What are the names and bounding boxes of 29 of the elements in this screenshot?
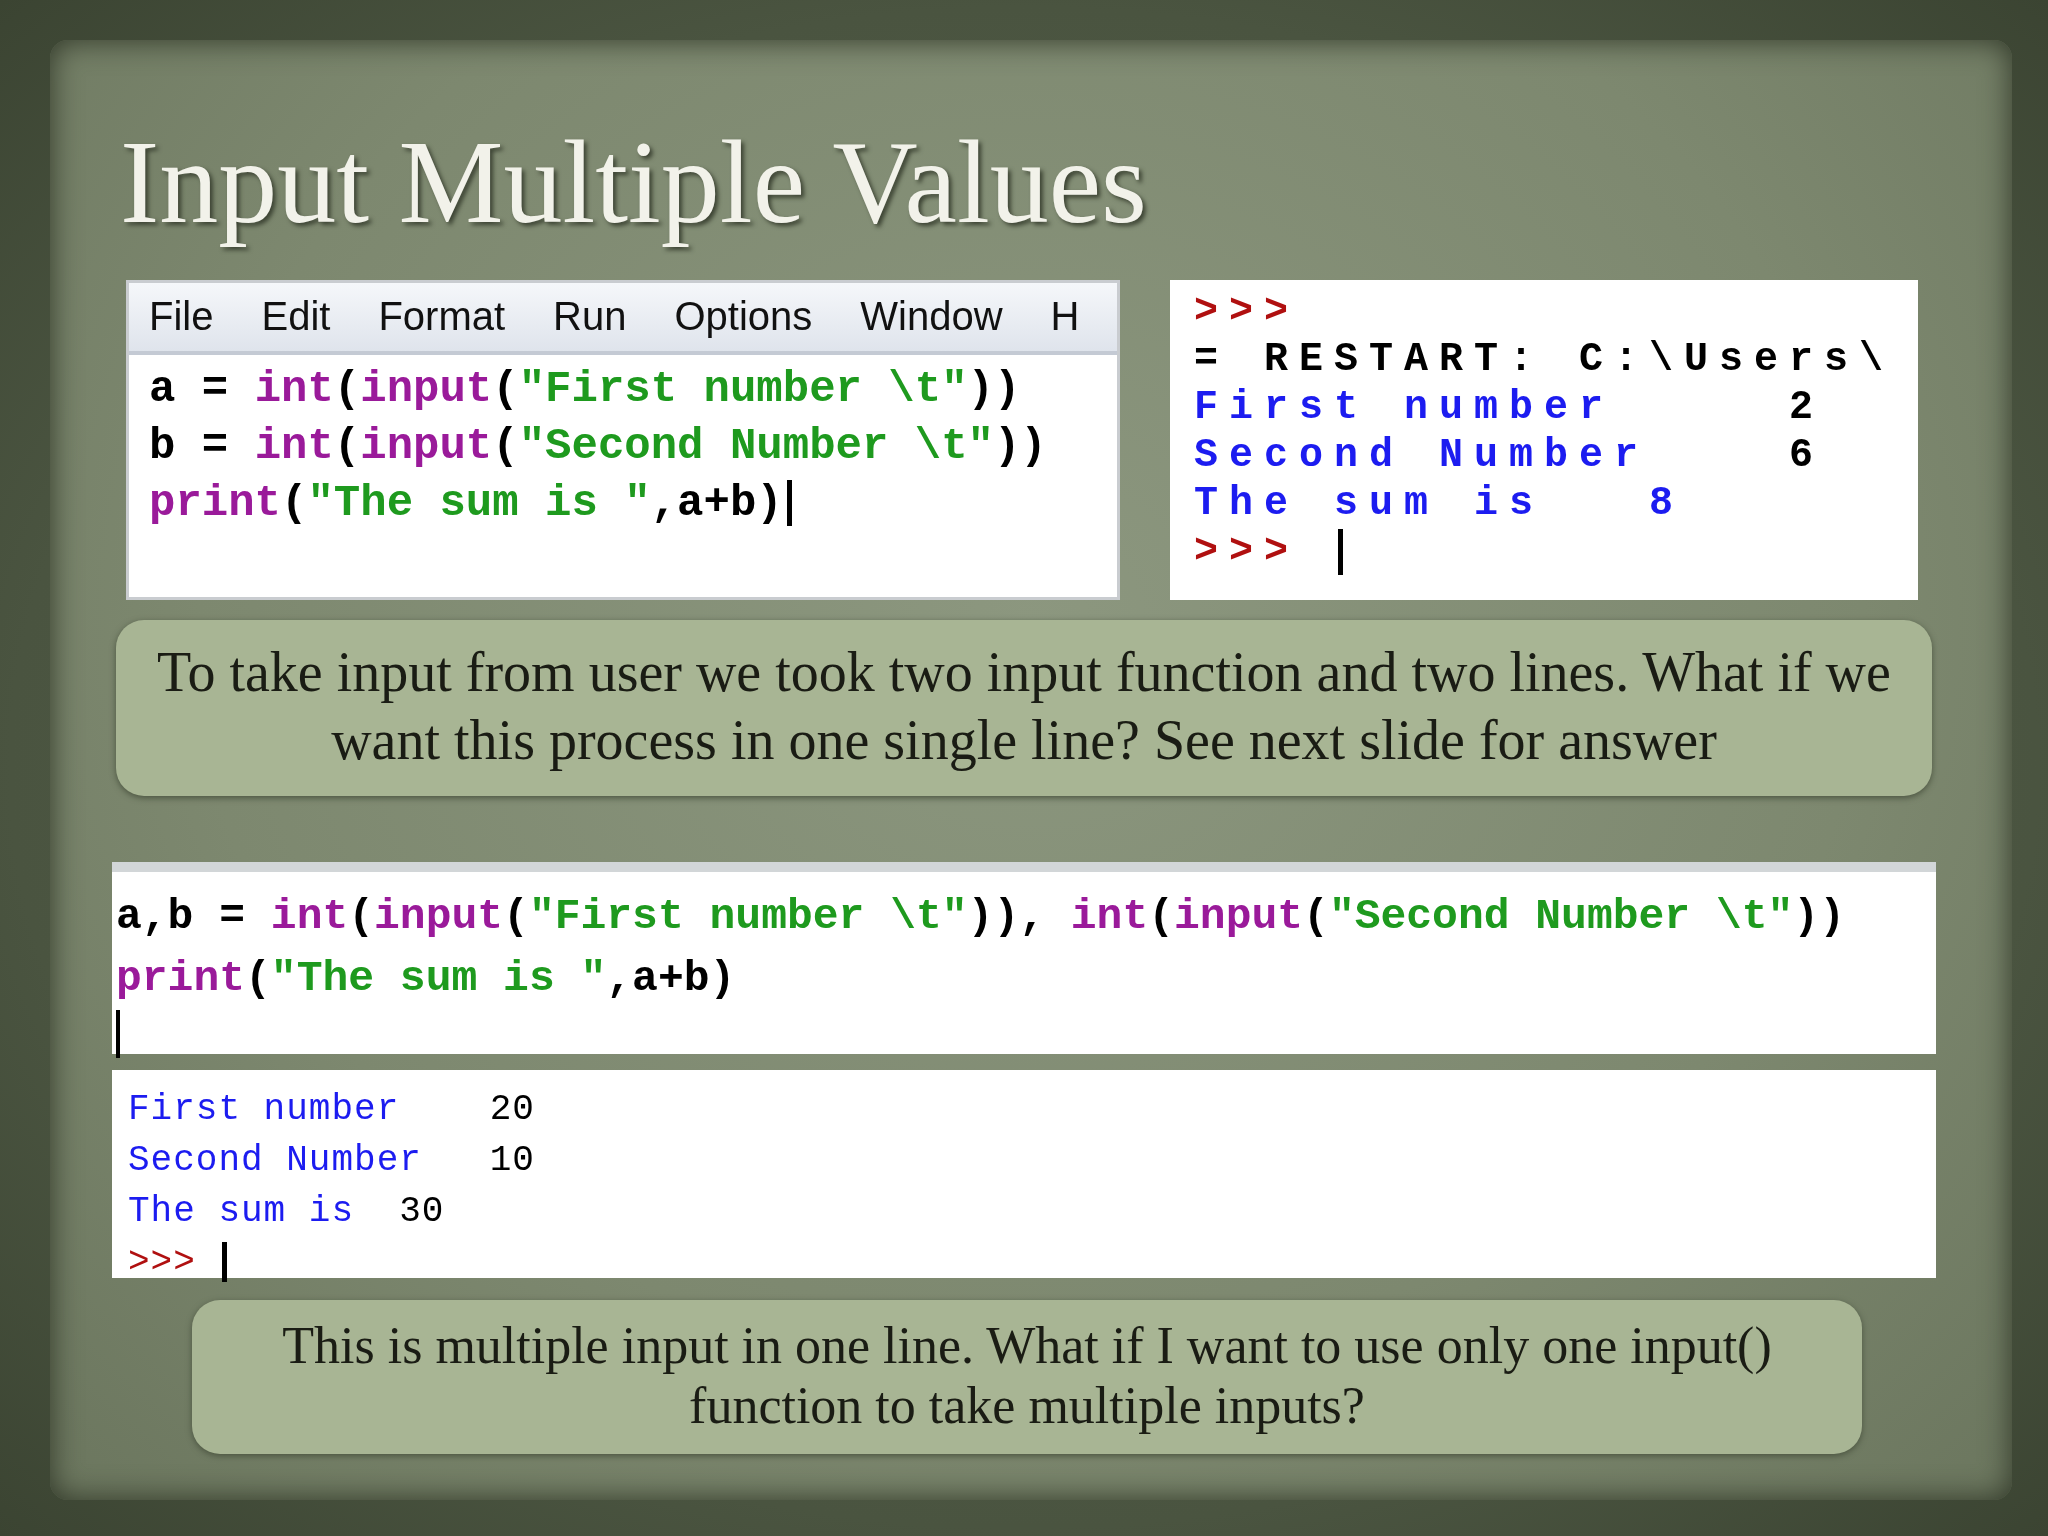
text-cursor [786, 480, 792, 527]
code-line: Second Number 6 [1194, 431, 1825, 480]
code-line: The sum is 30 [128, 1189, 445, 1234]
code-line: a = int(input("First number \t")) [149, 362, 1021, 416]
menu-item[interactable]: File [149, 294, 214, 340]
code-line: = RESTART: C:\Users\ [1194, 335, 1895, 384]
menu-item[interactable]: Edit [261, 294, 331, 340]
code-line: >>> [128, 1236, 228, 1288]
caption-text: This is multiple input in one line. What if I want to use only one input() function to take multiple inputs? [192, 1299, 1862, 1454]
menu-item[interactable]: H [1050, 294, 1080, 340]
text-cursor [1338, 528, 1343, 575]
menu-item[interactable]: Window [860, 294, 1003, 340]
code-line: >>> [1194, 527, 1343, 576]
code-line: Second Number 10 [128, 1138, 535, 1183]
code-line: The sum is 8 [1194, 479, 1685, 528]
caption-text: To take input from user we took two input function and two lines. What if we want this process in one single line? See next slide for answer [116, 619, 1932, 796]
code-line: First number 20 [128, 1087, 535, 1132]
slide-title: Input Multiple Values [120, 116, 1147, 250]
text-cursor [222, 1242, 228, 1283]
menu-item[interactable]: Options [674, 294, 813, 340]
code-line: First number 2 [1194, 383, 1825, 432]
code-line: a,b = int(input("First number \t")), int(input("Second Number \t")) [116, 890, 1845, 943]
menu-item[interactable]: Format [378, 294, 506, 340]
code-line: print("The sum is ",a+b) [149, 474, 792, 532]
menu-item[interactable]: Run [553, 294, 627, 340]
code-line: print("The sum is ",a+b) [116, 952, 736, 1005]
text-cursor [116, 1009, 120, 1058]
code-line: b = int(input("Second Number \t")) [149, 419, 1047, 473]
code-line: >>> [1194, 287, 1300, 336]
